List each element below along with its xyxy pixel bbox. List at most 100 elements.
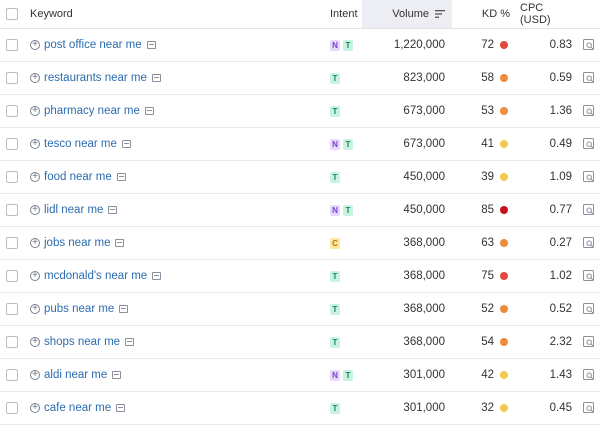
keyword-link[interactable]: tesco near me	[44, 138, 117, 150]
serp-analysis-icon[interactable]	[582, 128, 596, 160]
row-checkbox[interactable]	[6, 72, 18, 84]
intent-badge: T	[330, 336, 340, 348]
volume-value: 823,000	[403, 72, 445, 84]
intent-badge: N	[330, 39, 340, 51]
table-row[interactable]: + lidl near me NT 450,000 85 0.77	[0, 194, 600, 227]
table-row[interactable]: + food near me T 450,000 39 1.09	[0, 161, 600, 194]
keyword-link[interactable]: pubs near me	[44, 303, 114, 315]
serp-preview-icon[interactable]	[119, 305, 129, 313]
volume-value: 450,000	[403, 204, 445, 216]
serp-analysis-icon[interactable]	[582, 392, 596, 424]
row-checkbox[interactable]	[6, 138, 18, 150]
keyword-link[interactable]: shops near me	[44, 336, 120, 348]
kd-cell: 63	[460, 227, 508, 259]
cpc-column-header[interactable]: CPC (USD)	[520, 0, 572, 28]
table-row[interactable]: + post office near me NT 1,220,000 72 0.…	[0, 29, 600, 62]
add-keyword-icon[interactable]: +	[30, 139, 40, 149]
serp-analysis-icon[interactable]	[582, 62, 596, 94]
add-keyword-icon[interactable]: +	[30, 205, 40, 215]
row-checkbox[interactable]	[6, 237, 18, 249]
row-checkbox[interactable]	[6, 39, 18, 51]
table-row[interactable]: + jobs near me C 368,000 63 0.27	[0, 227, 600, 260]
row-checkbox[interactable]	[6, 402, 18, 414]
table-row[interactable]: + mcdonald's near me T 368,000 75 1.02	[0, 260, 600, 293]
table-row[interactable]: + shops near me T 368,000 54 2.32	[0, 326, 600, 359]
serp-analysis-icon[interactable]	[582, 227, 596, 259]
keyword-link[interactable]: aldi near me	[44, 369, 107, 381]
keyword-link[interactable]: restaurants near me	[44, 72, 147, 84]
add-keyword-icon[interactable]: +	[30, 40, 40, 50]
row-checkbox[interactable]	[6, 369, 18, 381]
table-row[interactable]: + restaurants near me T 823,000 58 0.59	[0, 62, 600, 95]
keyword-link[interactable]: lidl near me	[44, 204, 103, 216]
intent-badge: T	[330, 402, 340, 414]
kd-difficulty-dot	[500, 173, 508, 181]
add-keyword-icon[interactable]: +	[30, 403, 40, 413]
kd-cell: 58	[460, 62, 508, 94]
add-keyword-icon[interactable]: +	[30, 271, 40, 281]
serp-analysis-icon[interactable]	[582, 293, 596, 325]
cpc-value: 0.83	[549, 39, 572, 51]
serp-preview-icon[interactable]	[108, 206, 118, 214]
add-keyword-icon[interactable]: +	[30, 337, 40, 347]
serp-analysis-icon[interactable]	[582, 95, 596, 127]
row-checkbox[interactable]	[6, 105, 18, 117]
cpc-value: 0.27	[549, 237, 572, 249]
table-row[interactable]: + pubs near me T 368,000 52 0.52	[0, 293, 600, 326]
serp-analysis-icon[interactable]	[582, 260, 596, 292]
add-keyword-icon[interactable]: +	[30, 238, 40, 248]
keyword-link[interactable]: post office near me	[44, 39, 142, 51]
add-keyword-icon[interactable]: +	[30, 304, 40, 314]
serp-analysis-icon[interactable]	[582, 29, 596, 61]
cpc-value: 0.77	[549, 204, 572, 216]
row-checkbox[interactable]	[6, 270, 18, 282]
serp-preview-icon[interactable]	[152, 272, 162, 280]
keyword-link[interactable]: mcdonald's near me	[44, 270, 147, 282]
intent-cell: NT	[330, 194, 353, 226]
keyword-link[interactable]: jobs near me	[44, 237, 110, 249]
serp-analysis-icon[interactable]	[582, 194, 596, 226]
keyword-link[interactable]: pharmacy near me	[44, 105, 140, 117]
intent-badge: T	[330, 105, 340, 117]
serp-analysis-icon[interactable]	[582, 359, 596, 391]
keyword-link[interactable]: cafe near me	[44, 402, 111, 414]
add-keyword-icon[interactable]: +	[30, 172, 40, 182]
serp-preview-icon[interactable]	[125, 338, 135, 346]
serp-analysis-icon[interactable]	[582, 161, 596, 193]
table-row[interactable]: + pharmacy near me T 673,000 53 1.36	[0, 95, 600, 128]
table-row[interactable]: + aldi near me NT 301,000 42 1.43	[0, 359, 600, 392]
select-all-checkbox[interactable]	[6, 8, 18, 20]
volume-value: 673,000	[403, 138, 445, 150]
keyword-column-header[interactable]: Keyword	[30, 0, 73, 28]
kd-difficulty-dot	[500, 206, 508, 214]
add-keyword-icon[interactable]: +	[30, 73, 40, 83]
kd-column-header[interactable]: KD %	[470, 0, 510, 28]
sort-descending-icon[interactable]	[435, 10, 445, 18]
table-row[interactable]: + tesco near me NT 673,000 41 0.49	[0, 128, 600, 161]
row-checkbox[interactable]	[6, 204, 18, 216]
serp-preview-icon[interactable]	[112, 371, 122, 379]
serp-preview-icon[interactable]	[116, 404, 126, 412]
kd-value: 42	[481, 369, 494, 381]
add-keyword-icon[interactable]: +	[30, 106, 40, 116]
volume-value: 301,000	[403, 369, 445, 381]
intent-badge: T	[343, 39, 353, 51]
serp-preview-icon[interactable]	[121, 140, 131, 148]
row-checkbox[interactable]	[6, 303, 18, 315]
serp-preview-icon[interactable]	[115, 239, 125, 247]
serp-preview-icon[interactable]	[151, 74, 161, 82]
row-checkbox[interactable]	[6, 336, 18, 348]
intent-column-header[interactable]: Intent	[330, 0, 358, 28]
serp-preview-icon[interactable]	[116, 173, 126, 181]
intent-cell: NT	[330, 128, 353, 160]
serp-preview-icon[interactable]	[144, 107, 154, 115]
volume-column-header[interactable]: Volume	[362, 0, 452, 28]
table-row[interactable]: + cafe near me T 301,000 32 0.45	[0, 392, 600, 425]
serp-preview-icon[interactable]	[146, 41, 156, 49]
add-keyword-icon[interactable]: +	[30, 370, 40, 380]
intent-cell: NT	[330, 29, 353, 61]
row-checkbox[interactable]	[6, 171, 18, 183]
keyword-cell: + jobs near me	[30, 227, 125, 259]
serp-analysis-icon[interactable]	[582, 326, 596, 358]
keyword-link[interactable]: food near me	[44, 171, 112, 183]
